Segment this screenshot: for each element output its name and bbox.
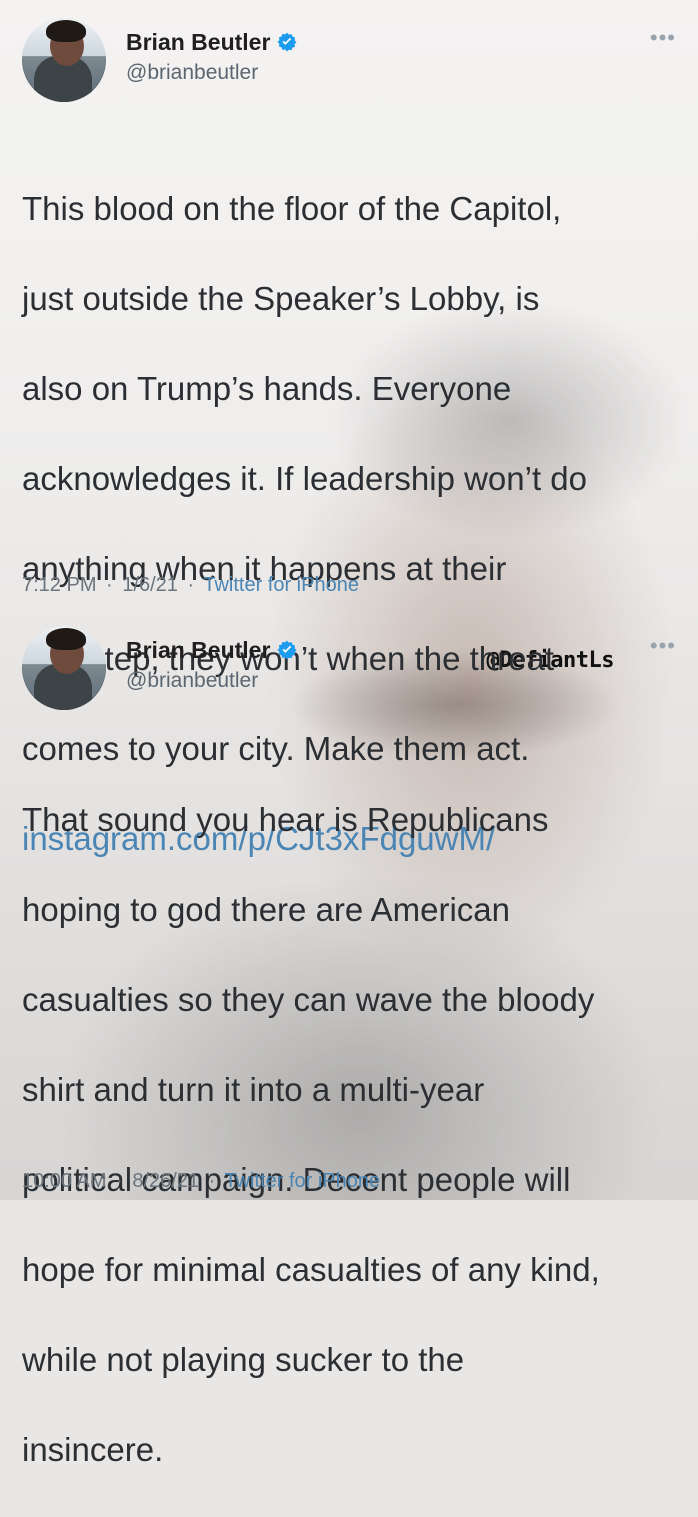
author-block: Brian Beutler @brianbeutler [126, 636, 298, 694]
author-name-line: Brian Beutler [126, 636, 298, 664]
tweet-source[interactable]: Twitter for iPhone [224, 1170, 380, 1192]
tweet-time: 10:00 AM [22, 1170, 107, 1192]
tweet-text-line: just outside the Speaker’s Lobby, is [22, 280, 540, 317]
tweet-time: 7:12 PM [22, 574, 97, 596]
verified-badge-icon [277, 640, 297, 660]
tweet-text-line: casualties so they can wave the bloody [22, 981, 595, 1018]
more-options-icon[interactable]: ••• [650, 27, 676, 49]
more-options-icon[interactable]: ••• [650, 635, 676, 657]
author-handle[interactable]: @brianbeutler [126, 668, 298, 694]
tweet-text: That sound you hear is Republicans hopin… [22, 752, 674, 1517]
tweet-text-line: also on Trump’s hands. Everyone [22, 370, 512, 407]
meta-separator: · [116, 1170, 123, 1192]
author-name-line: Brian Beutler [126, 28, 298, 56]
meta-separator: · [106, 574, 113, 596]
tweet-header: Brian Beutler @brianbeutler ••• [22, 18, 676, 102]
tweet-text-line: That sound you hear is Republicans [22, 801, 549, 838]
meta-separator: · [187, 574, 195, 596]
tweet-meta: 7:12 PM · 1/6/21 · Twitter for iPhone [22, 572, 359, 598]
tweet-meta: 10:00 AM · 8/26/21 · Twitter for iPhone [22, 1168, 380, 1194]
author-block: Brian Beutler @brianbeutler [126, 28, 298, 86]
tweet-text-line: This blood on the floor of the Capitol, [22, 190, 562, 227]
tweet-text-line: while not playing sucker to the [22, 1341, 465, 1378]
author-handle[interactable]: @brianbeutler [126, 60, 298, 86]
author-name[interactable]: Brian Beutler [126, 636, 270, 664]
author-name[interactable]: Brian Beutler [126, 28, 270, 56]
avatar[interactable] [22, 18, 106, 102]
tweet-text-line: hoping to god there are American [22, 891, 510, 928]
tweet-header: Brian Beutler @brianbeutler ••• [22, 626, 676, 710]
verified-badge-icon [277, 32, 297, 52]
tweet-date: 1/6/21 [122, 574, 178, 596]
tweet-text-line: insincere. [22, 1431, 164, 1468]
tweet-source[interactable]: Twitter for iPhone [203, 574, 359, 596]
tweet-date: 8/26/21 [132, 1170, 200, 1192]
meta-separator: · [208, 1170, 216, 1192]
tweet-text-line: hope for minimal casualties of any kind, [22, 1251, 600, 1288]
avatar[interactable] [22, 626, 106, 710]
tweet-text-line: shirt and turn it into a multi-year [22, 1071, 485, 1108]
tweet-text-line: acknowledges it. If leadership won’t do [22, 460, 587, 497]
